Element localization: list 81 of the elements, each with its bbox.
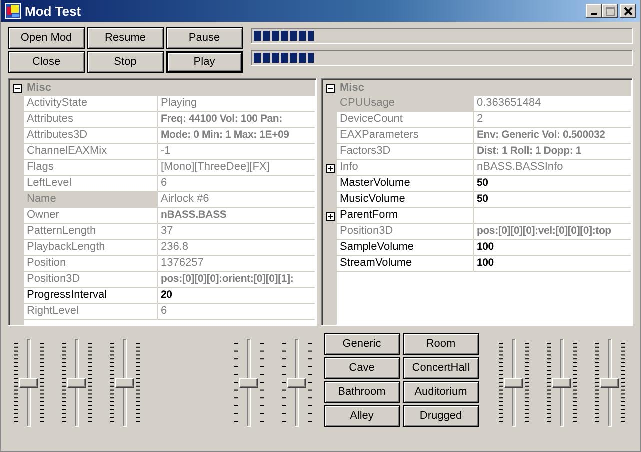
property-name[interactable]: Position xyxy=(24,256,158,272)
property-value: Airlock #6 xyxy=(158,192,315,208)
property-value: 236.8 xyxy=(158,240,315,256)
preset-button[interactable]: Drugged xyxy=(403,405,479,427)
property-name[interactable]: Attributes3D xyxy=(24,128,158,144)
property-name[interactable]: Position3D xyxy=(337,224,474,240)
property-name[interactable]: EAXParameters xyxy=(337,128,474,144)
preset-button[interactable]: ConcertHall xyxy=(403,357,479,379)
property-name[interactable]: SampleVolume xyxy=(337,240,474,256)
slider-thumb[interactable] xyxy=(600,378,620,388)
property-name[interactable]: ChannelEAXMix xyxy=(24,144,158,160)
property-value: 2 xyxy=(474,112,631,128)
property-name[interactable]: Flags xyxy=(24,160,158,176)
property-value: 20 xyxy=(158,288,315,304)
property-value: Freq: 44100 Vol: 100 Pan: xyxy=(158,112,315,128)
close-icon xyxy=(624,6,632,16)
action-button[interactable]: Resume xyxy=(87,27,164,49)
maximize-icon xyxy=(606,6,614,16)
preset-button[interactable]: Cave xyxy=(324,357,400,379)
property-value: 100 xyxy=(474,240,631,256)
property-value: 100 xyxy=(474,256,631,272)
property-name[interactable]: DeviceCount xyxy=(337,112,474,128)
property-name[interactable]: Factors3D xyxy=(337,144,474,160)
preset-button[interactable]: Room xyxy=(403,333,479,355)
property-value: Playing xyxy=(158,96,315,112)
property-name[interactable]: Attributes xyxy=(24,112,158,128)
property-name[interactable]: ProgressInterval xyxy=(24,288,158,304)
action-button[interactable]: Open Mod xyxy=(8,27,85,49)
action-button[interactable]: Play xyxy=(166,51,243,73)
property-name[interactable]: MasterVolume xyxy=(337,176,474,192)
property-value: 6 xyxy=(158,304,315,320)
collapse-icon[interactable] xyxy=(326,84,334,92)
action-button[interactable]: Stop xyxy=(87,51,164,73)
slider-thumb[interactable] xyxy=(288,378,306,388)
property-value: [Mono][ThreeDee][FX] xyxy=(158,160,315,176)
property-value: Dist: 1 Roll: 1 Dopp: 1 xyxy=(474,144,631,160)
preset-button[interactable]: Auditorium xyxy=(403,381,479,403)
preset-button[interactable]: Generic xyxy=(324,333,400,355)
window-title: Mod Test xyxy=(25,4,82,18)
property-name[interactable]: Owner xyxy=(24,208,158,224)
property-value: 37 xyxy=(158,224,315,240)
property-name[interactable]: ActivityState xyxy=(24,96,158,112)
slider-thumb[interactable] xyxy=(504,378,524,388)
category-label: Misc xyxy=(26,81,52,96)
minimize-button[interactable] xyxy=(586,4,602,18)
maximize-button[interactable] xyxy=(602,4,618,18)
collapse-icon[interactable] xyxy=(12,84,22,92)
property-name[interactable]: Position3D xyxy=(24,272,158,288)
property-value: 6 xyxy=(158,176,315,192)
slider-thumb[interactable] xyxy=(20,378,38,388)
property-name[interactable]: PlaybackLength xyxy=(24,240,158,256)
preset-button[interactable]: Alley xyxy=(324,405,400,427)
preset-button[interactable]: Bathroom xyxy=(324,381,400,403)
property-value: 50 xyxy=(474,176,631,192)
property-name[interactable]: RightLevel xyxy=(24,304,158,320)
category-label: Misc xyxy=(339,81,364,96)
property-name[interactable]: MusicVolume xyxy=(337,192,474,208)
action-button[interactable]: Pause xyxy=(166,27,243,49)
property-value: Mode: 0 Min: 1 Max: 1E+09 xyxy=(158,128,315,144)
close-button[interactable] xyxy=(620,4,636,18)
property-value: 50 xyxy=(474,192,631,208)
expand-icon[interactable] xyxy=(326,164,334,172)
property-value: nBASS.BASS xyxy=(158,208,315,224)
expand-icon[interactable] xyxy=(326,212,334,220)
property-value: 1376257 xyxy=(158,256,315,272)
property-value: -1 xyxy=(158,144,315,160)
action-button[interactable]: Close xyxy=(8,51,85,73)
app-icon xyxy=(5,3,21,19)
property-value: 0.363651484 xyxy=(474,96,631,112)
property-value: Env: Generic Vol: 0.500032 xyxy=(474,128,631,144)
property-name[interactable]: Info xyxy=(337,160,474,176)
slider-thumb[interactable] xyxy=(68,378,86,388)
slider-thumb[interactable] xyxy=(240,378,258,388)
property-value: pos:[0][0][0]:orient:[0][0][1]: xyxy=(158,272,315,288)
property-value: nBASS.BASSInfo xyxy=(474,160,631,176)
property-name[interactable]: ParentForm xyxy=(337,208,474,224)
slider-thumb[interactable] xyxy=(116,378,134,388)
property-name[interactable]: StreamVolume xyxy=(337,256,474,272)
property-value: pos:[0][0][0]:vel:[0][0][0]:top xyxy=(474,224,631,240)
slider-thumb[interactable] xyxy=(552,378,572,388)
property-name[interactable]: PatternLength xyxy=(24,224,158,240)
